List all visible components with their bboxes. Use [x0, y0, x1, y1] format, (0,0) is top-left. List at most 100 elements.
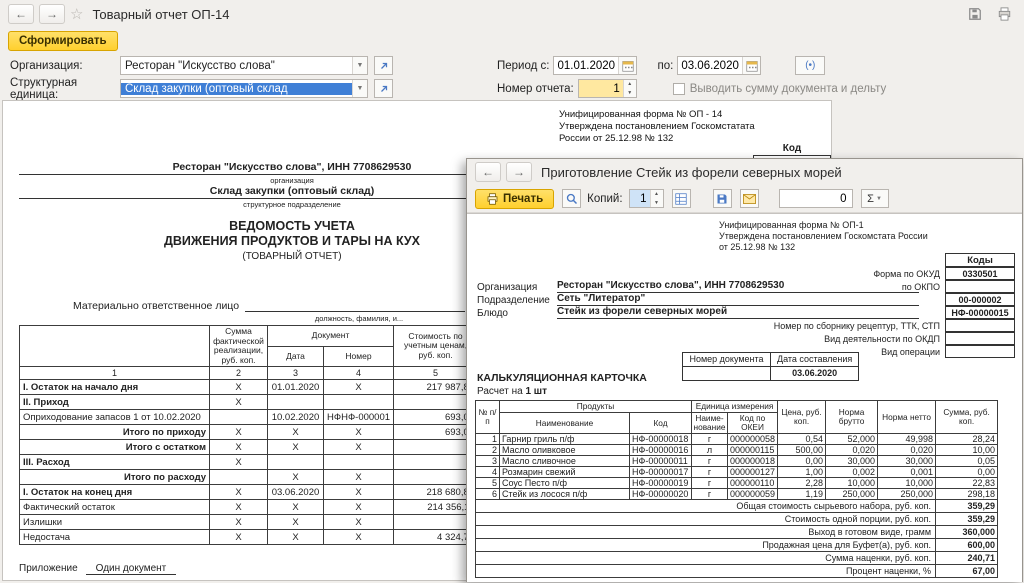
signature-line [245, 299, 465, 312]
cell: 4 [476, 467, 500, 478]
cell: X [324, 485, 394, 500]
unit-open-button[interactable] [374, 79, 393, 98]
cell: X [324, 515, 394, 530]
product-row: 6Стейк из лосося п/фНФ-00000020г00000005… [476, 489, 998, 500]
back-button[interactable]: ← [8, 4, 34, 24]
organization-combo[interactable]: Ресторан "Искусство слова" ▼ [120, 56, 368, 75]
printer-icon [486, 193, 499, 205]
report-number-input[interactable] [579, 80, 623, 97]
header-cell: № п/п [476, 401, 500, 434]
cell: 0,05 [936, 456, 998, 467]
total-label: Продажная цена для Буфет(а), руб. коп. [476, 539, 936, 552]
report-row: Оприходование запасов 1 от 10.02.202010.… [20, 410, 478, 425]
favorite-star-icon[interactable]: ☆ [70, 5, 83, 23]
preview-button[interactable] [562, 189, 581, 208]
organization-open-button[interactable] [374, 56, 393, 75]
cell: НФ-00000016 [630, 445, 692, 456]
total-row: Выход в готовом виде, грамм360,000 [476, 526, 998, 539]
total-label: Выход в готовом виде, грамм [476, 526, 936, 539]
cell: III. Расход [20, 455, 210, 470]
header-cell: Сумма, руб. коп. [936, 401, 998, 434]
cell: 6 [476, 489, 500, 500]
note-line: от 25.12.98 № 132 [719, 242, 928, 253]
cell: 0,001 [878, 467, 936, 478]
report-row: Фактический остатокXXX214 356,11 [20, 500, 478, 515]
calendar-icon[interactable] [742, 57, 760, 74]
period-from-input[interactable] [554, 57, 618, 74]
table-settings-button[interactable] [672, 189, 691, 208]
cell: X [210, 425, 268, 440]
forward-button[interactable]: → [506, 162, 532, 182]
cell: 0,54 [778, 434, 826, 445]
report-toolbar: Сформировать [0, 28, 1024, 54]
cell: 000000018 [728, 456, 778, 467]
save-icon[interactable] [963, 4, 987, 24]
cell: 1,19 [778, 489, 826, 500]
cell [210, 410, 268, 425]
print-icon[interactable] [992, 4, 1016, 24]
cell: X [324, 440, 394, 455]
total-label: Процент наценки, % [476, 565, 936, 578]
calc-basis-line: Расчет на 1 шт [477, 386, 547, 397]
spinner-down-icon[interactable]: ▼ [651, 199, 663, 208]
cell: Итого по расходу [20, 470, 210, 485]
spinner-down-icon[interactable]: ▼ [624, 89, 636, 98]
appendix-label: Приложение [19, 563, 78, 575]
cell: X [268, 500, 324, 515]
cell: Стейк из лосося п/ф [500, 489, 630, 500]
okdp-label: Вид деятельности по ОКДП [824, 334, 945, 344]
recipe-value [945, 319, 1015, 332]
cell: Масло сливочное [500, 456, 630, 467]
print-button[interactable]: Печать [475, 189, 554, 209]
back-button[interactable]: ← [475, 162, 501, 182]
card-toolbar: Печать Копий: ▲ ▼ Σ ▼ [467, 185, 1022, 213]
copies-input[interactable] [630, 190, 650, 207]
calendar-icon[interactable] [618, 57, 636, 74]
period-to-input[interactable] [678, 57, 742, 74]
select-period-icon[interactable]: (•) [795, 56, 825, 75]
organization-label: Организация: [10, 60, 116, 72]
sigma-button[interactable]: Σ ▼ [861, 189, 889, 208]
total-row: Сумма наценки, руб. коп.240,71 [476, 552, 998, 565]
total-row: Продажная цена для Буфет(а), руб. коп.60… [476, 539, 998, 552]
appendix-value: Один документ [86, 563, 177, 575]
cell: 250,000 [826, 489, 878, 500]
cell: 500,00 [778, 445, 826, 456]
cell: Масло оливковое [500, 445, 630, 456]
forward-button[interactable]: → [39, 4, 65, 24]
spinner-up-icon[interactable]: ▲ [651, 190, 663, 199]
save-button[interactable] [713, 189, 732, 208]
cell: X [324, 530, 394, 545]
number-spinner: ▲ ▼ [623, 80, 636, 97]
header-cell: Продукты [500, 401, 692, 413]
spinner-up-icon[interactable]: ▲ [624, 80, 636, 89]
chevron-down-icon: ▼ [876, 196, 882, 202]
checkbox-label: Выводить сумму документа и дельту [690, 83, 886, 95]
chevron-down-icon[interactable]: ▼ [352, 57, 367, 74]
unit-combo[interactable]: Склад закупки (оптовый склад ▼ [120, 79, 368, 98]
cell: 0,00 [936, 467, 998, 478]
appendix-row: Приложение Один документ [19, 563, 176, 575]
department-value: Сеть "Литератор" [557, 293, 919, 306]
report-row: ИзлишкиXXX [20, 515, 478, 530]
cell: г [692, 434, 728, 445]
period-to-field [677, 56, 761, 75]
show-sum-checkbox[interactable]: Выводить сумму документа и дельту [673, 83, 886, 95]
cell: X [324, 380, 394, 395]
envelope-icon [743, 194, 756, 204]
sum-input[interactable] [780, 190, 850, 207]
cell [324, 455, 394, 470]
box-value-row: 03.06.2020 [683, 367, 859, 381]
chevron-down-icon[interactable]: ▼ [352, 80, 367, 97]
total-label: Сумма наценки, руб. коп. [476, 552, 936, 565]
cell: 218 680,83 [394, 485, 478, 500]
send-mail-button[interactable] [740, 189, 759, 208]
generate-button[interactable]: Сформировать [8, 31, 118, 51]
unit-value: Склад закупки (оптовый склад [121, 83, 352, 95]
code-caption: Код [753, 143, 831, 154]
organization-label: Организация [477, 282, 557, 293]
cell [268, 395, 324, 410]
titlebar-card[interactable]: ← → Приготовление Стейк из форели северн… [467, 159, 1022, 185]
okud-value: 0330501 [945, 267, 1015, 280]
cell: 298,18 [936, 489, 998, 500]
